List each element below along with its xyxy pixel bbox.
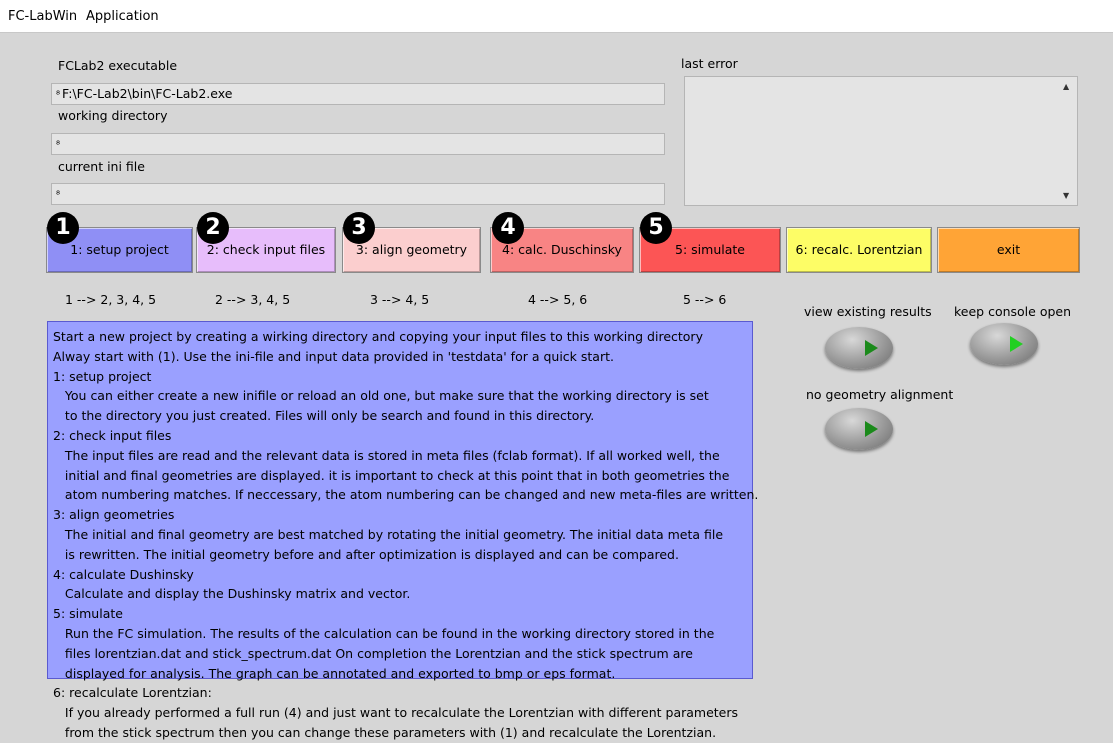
menu-fclabwin[interactable]: FC-LabWin [8, 9, 77, 24]
ini-label: current ini file [58, 159, 145, 174]
last-error-textbox[interactable]: ▲ ▼ [684, 76, 1078, 206]
help-line: 3: align geometries [53, 507, 175, 523]
menu-application[interactable]: Application [86, 9, 159, 24]
help-line: 1: setup project [53, 368, 152, 384]
workdir-label: working directory [58, 108, 168, 123]
path-icon: ⁸ [56, 140, 61, 151]
help-line: displayed for analysis. The graph can be… [53, 665, 616, 681]
no-geometry-alignment-label: no geometry alignment [806, 387, 954, 402]
ini-path-field[interactable]: ⁸ [51, 183, 665, 205]
help-line: 4: calculate Dushinsky [53, 566, 194, 582]
workdir-path-field[interactable]: ⁸ [51, 133, 665, 155]
dependency-3: 3 --> 4, 5 [370, 292, 430, 307]
dependency-2: 2 --> 3, 4, 5 [215, 292, 291, 307]
help-line: files lorentzian.dat and stick_spectrum.… [53, 645, 693, 661]
dependency-4: 4 --> 5, 6 [528, 292, 588, 307]
recalc-lorentzian-button[interactable]: 6: recalc. Lorentzian [786, 227, 932, 273]
help-line: to the directory you just created. Files… [53, 408, 595, 424]
help-line: initial and final geometries are display… [53, 467, 730, 483]
help-line: Calculate and display the Dushinsky matr… [53, 586, 411, 602]
exe-path-field[interactable]: ⁸ F:\FC-Lab2\bin\FC-Lab2.exe [51, 83, 665, 105]
help-line: atom numbering matches. If neccessary, t… [53, 487, 759, 503]
scroll-up-arrow-icon[interactable]: ▲ [1063, 82, 1069, 91]
error-scrollbar[interactable]: ▲ ▼ [1059, 77, 1077, 205]
exe-label: FCLab2 executable [58, 58, 178, 73]
dependency-5: 5 --> 6 [683, 292, 727, 307]
keep-console-open-label: keep console open [954, 304, 1072, 319]
help-line: Run the FC simulation. The results of th… [53, 625, 715, 641]
last-error-label: last error [681, 56, 738, 71]
step-4-badge: 4 [492, 212, 524, 244]
step-5-badge: 5 [640, 212, 672, 244]
play-icon [865, 340, 878, 356]
play-icon [865, 421, 878, 437]
exit-button[interactable]: exit [937, 227, 1080, 273]
no-geometry-alignment-toggle[interactable] [825, 408, 893, 450]
help-line: 2: check input files [53, 427, 172, 443]
path-icon: ⁸ [56, 190, 61, 201]
dependency-1: 1 --> 2, 3, 4, 5 [65, 292, 157, 307]
help-line: Start a new project by creating a wirkin… [53, 329, 703, 344]
step-3-badge: 3 [343, 212, 375, 244]
menu-bar: FC-LabWin Application [0, 0, 1113, 33]
keep-console-open-toggle[interactable] [970, 323, 1038, 365]
exe-path-value: F:\FC-Lab2\bin\FC-Lab2.exe [62, 86, 233, 101]
help-line: The input files are read and the relevan… [53, 447, 720, 463]
help-line: 6: recalculate Lorentzian: [53, 685, 212, 701]
help-line: 5: simulate [53, 606, 123, 622]
step-2-badge: 2 [197, 212, 229, 244]
help-line: Alway start with (1). Use the ini-file a… [53, 348, 614, 364]
step-1-badge: 1 [47, 212, 79, 244]
help-line: The initial and final geometry are best … [53, 526, 724, 542]
view-existing-results-toggle[interactable] [825, 327, 893, 369]
help-line: If you already performed a full run (4) … [53, 705, 739, 721]
path-icon: ⁸ [56, 90, 61, 101]
play-icon [1010, 336, 1023, 352]
view-existing-results-label: view existing results [804, 304, 932, 319]
scroll-down-arrow-icon[interactable]: ▼ [1063, 191, 1069, 200]
help-line: is rewritten. The initial geometry befor… [53, 546, 679, 562]
